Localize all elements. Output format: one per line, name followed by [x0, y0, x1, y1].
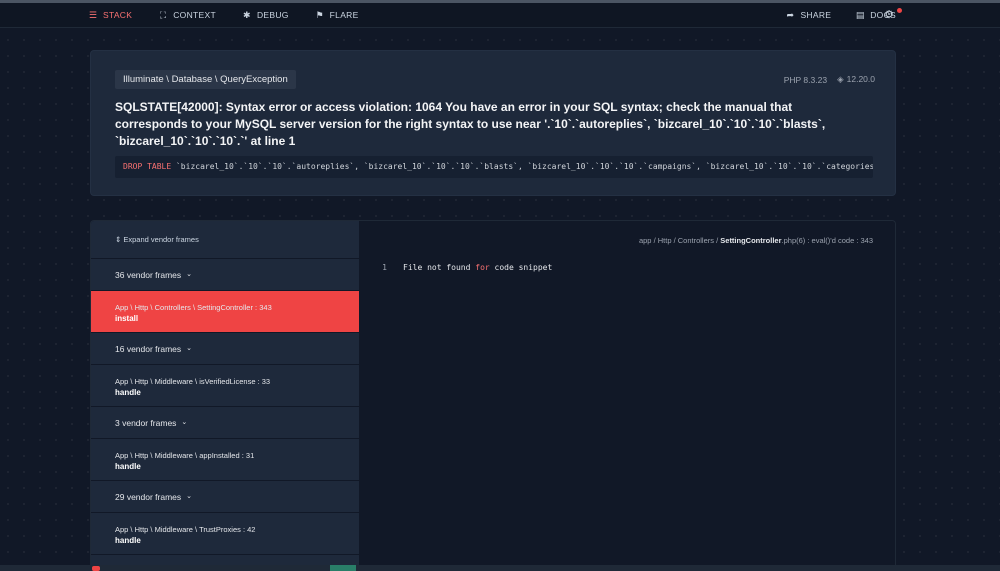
- frame-path: App \ Http \ Controllers \ SettingContro…: [115, 303, 272, 312]
- frame-path: App \ Http \ Middleware \ appInstalled :…: [115, 451, 255, 460]
- nav-debug-label: DEBUG: [256, 10, 289, 20]
- error-card: Illuminate \ Database \ QueryException P…: [90, 50, 896, 196]
- os-taskbar-edge: [0, 565, 1000, 571]
- chevron-down-icon: ⌄: [186, 344, 193, 352]
- stack-trace-panel: ⇕ Expand vendor frames 36 vendor frames ⌄…: [90, 220, 896, 571]
- laravel-icon: ◈: [837, 74, 844, 84]
- laravel-version: 12.20.0: [846, 74, 875, 84]
- frame-method: install: [115, 314, 139, 323]
- code-keyword: for: [475, 263, 490, 272]
- sql-keyword: DROP TABLE: [123, 162, 172, 171]
- code-line: 1 File not found for code snippet: [365, 263, 552, 272]
- sql-rest: `bizcarel_10`.`10`.`10`.`autoreplies`, `…: [171, 162, 873, 171]
- file-name: SettingController: [720, 236, 782, 245]
- stack-icon: ☰: [88, 9, 98, 20]
- code-text: File not found for code snippet: [403, 263, 552, 272]
- error-message: SQLSTATE[42000]: Syntax error or access …: [115, 100, 826, 148]
- vendor-frames-group[interactable]: 29 vendor frames ⌄: [91, 481, 359, 513]
- nav-debug[interactable]: ✱ DEBUG: [242, 4, 289, 26]
- nav-stack-label: STACK: [103, 10, 133, 20]
- line-number: 1: [382, 263, 387, 272]
- nav-flare[interactable]: ⚑ FLARE: [315, 4, 359, 26]
- frame-method: handle: [115, 388, 141, 397]
- php-version: PHP 8.3.23: [783, 74, 828, 85]
- docs-notification-dot: [897, 8, 902, 13]
- expand-icon: ⇕: [115, 235, 124, 244]
- chevron-down-icon: ⌄: [181, 418, 188, 426]
- vendor-frames-group[interactable]: 16 vendor frames ⌄: [91, 333, 359, 365]
- laravel-version-wrap: ◈ 12.20.0: [837, 74, 875, 85]
- nav-left: ☰ STACK ⛶ CONTEXT ✱ DEBUG ⚑ FLARE: [88, 4, 385, 26]
- app-frame[interactable]: App \ Http \ Middleware \ TrustProxies :…: [91, 513, 359, 555]
- nav-context[interactable]: ⛶ CONTEXT: [158, 4, 216, 26]
- code-snippet-panel: app / Http / Controllers / SettingContro…: [359, 221, 895, 571]
- vendor-frames-label: 3 vendor frames: [115, 417, 177, 428]
- nav-flare-label: FLARE: [329, 10, 359, 20]
- app-frame[interactable]: App \ Http \ Middleware \ appInstalled :…: [91, 439, 359, 481]
- vendor-frames-group[interactable]: 36 vendor frames ⌄: [91, 259, 359, 291]
- frame-method: handle: [115, 462, 141, 471]
- vendor-frames-group[interactable]: 3 vendor frames ⌄: [91, 407, 359, 439]
- nav-share-label: SHARE: [800, 10, 832, 20]
- frames-list: ⇕ Expand vendor frames 36 vendor frames ⌄…: [91, 221, 359, 571]
- exception-class[interactable]: Illuminate \ Database \ QueryException: [115, 70, 296, 89]
- flare-icon: ⚑: [315, 9, 324, 20]
- file-path[interactable]: app / Http / Controllers / SettingContro…: [639, 236, 873, 245]
- docs-icon: ▤: [855, 9, 865, 20]
- vendor-frames-label: 36 vendor frames: [115, 269, 182, 280]
- nav-stack[interactable]: ☰ STACK: [88, 4, 132, 26]
- taskbar-app-icon[interactable]: [92, 566, 100, 571]
- nav-context-label: CONTEXT: [173, 10, 216, 20]
- app-frame[interactable]: App \ Http \ Middleware \ isVerifiedLice…: [91, 365, 359, 407]
- context-icon: ⛶: [159, 9, 167, 20]
- file-path-suffix: .php(6) : eval()'d code : 343: [781, 236, 873, 245]
- chevron-down-icon: ⌄: [186, 492, 193, 500]
- frame-path: App \ Http \ Middleware \ TrustProxies :…: [115, 525, 256, 534]
- file-path-prefix: app / Http / Controllers /: [638, 236, 721, 245]
- gear-icon[interactable]: ⚙: [884, 8, 894, 21]
- code-text-after: code snippet: [489, 263, 553, 272]
- frame-path: App \ Http \ Middleware \ isVerifiedLice…: [115, 377, 271, 386]
- top-navbar: ☰ STACK ⛶ CONTEXT ✱ DEBUG ⚑ FLARE ➦ SHAR…: [0, 0, 1000, 28]
- nav-right: ➦ SHARE ▤ DOCS: [761, 4, 902, 26]
- share-icon: ➦: [786, 9, 795, 20]
- expand-vendor-frames-label: Expand vendor frames: [123, 235, 199, 244]
- environment-info: PHP 8.3.23 ◈ 12.20.0: [784, 74, 875, 85]
- sql-query: DROP TABLE `bizcarel_10`.`10`.`10`.`auto…: [115, 156, 873, 178]
- chevron-down-icon: ⌄: [186, 270, 193, 278]
- app-frame[interactable]: App \ Http \ Controllers \ SettingContro…: [91, 291, 359, 333]
- debug-icon: ✱: [243, 9, 251, 20]
- vendor-frames-label: 16 vendor frames: [115, 343, 182, 354]
- nav-share[interactable]: ➦ SHARE: [785, 4, 831, 26]
- code-text-before: File not found: [403, 263, 476, 272]
- taskbar-app-icon[interactable]: [330, 565, 356, 571]
- expand-vendor-frames-button[interactable]: ⇕ Expand vendor frames: [91, 221, 359, 259]
- vendor-frames-label: 29 vendor frames: [115, 491, 182, 502]
- frame-method: handle: [115, 536, 141, 545]
